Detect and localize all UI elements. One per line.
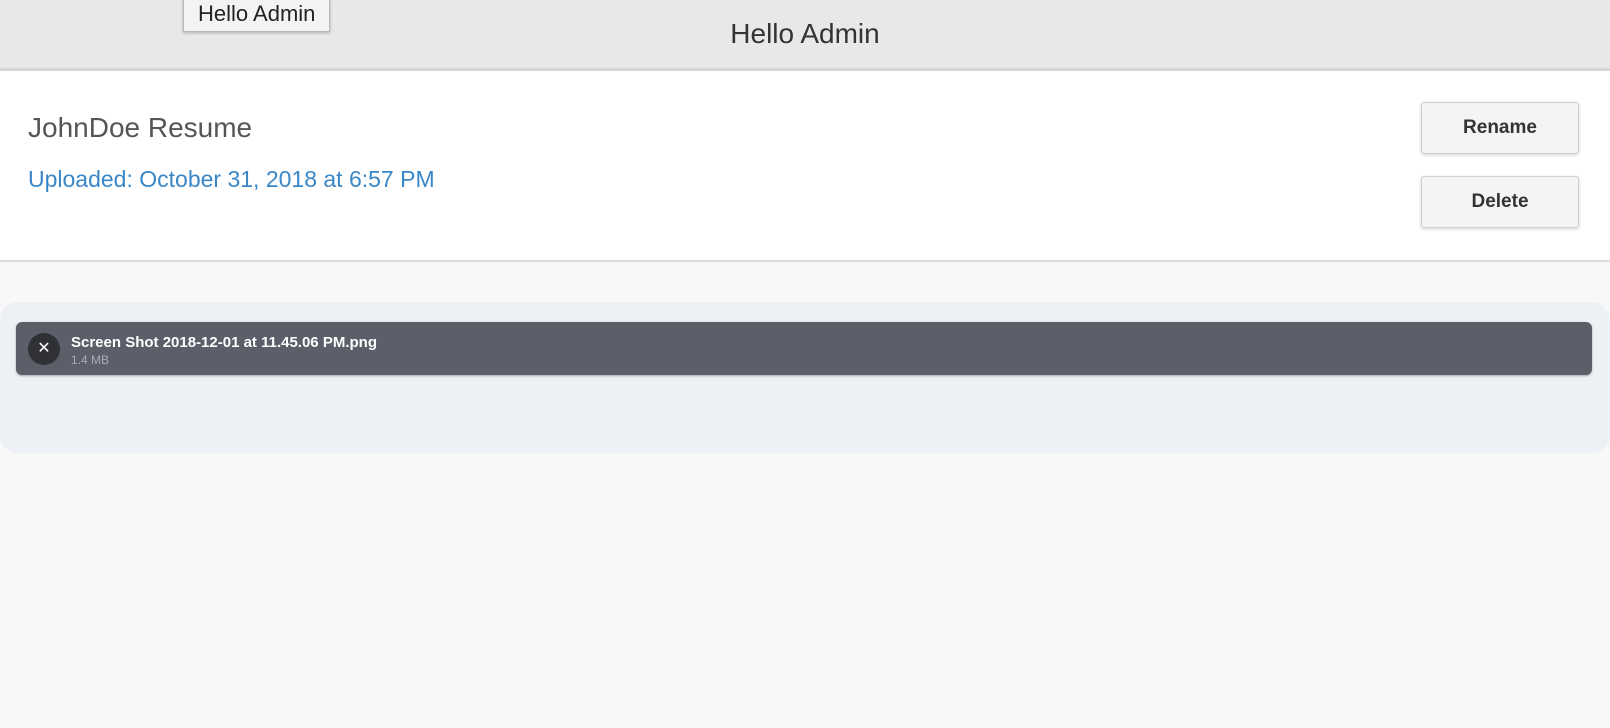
file-size: 1.4 MB (71, 353, 110, 367)
upload-date: Uploaded: October 31, 2018 at 6:57 PM (28, 166, 435, 192)
file-dropzone[interactable]: ✕ Screen Shot 2018-12-01 at 11.45.06 PM.… (0, 302, 1610, 453)
delete-button[interactable]: Delete (1421, 176, 1579, 228)
file-item: ✕ Screen Shot 2018-12-01 at 11.45.06 PM.… (16, 322, 1592, 375)
file-name: Screen Shot 2018-12-01 at 11.45.06 PM.pn… (71, 334, 377, 351)
document-card: JohnDoe Resume Uploaded: October 31, 201… (0, 71, 1610, 262)
tooltip: Hello Admin (183, 0, 331, 32)
rename-button[interactable]: Rename (1421, 102, 1579, 154)
document-title: JohnDoe Resume (28, 112, 253, 143)
close-icon[interactable]: ✕ (28, 333, 60, 365)
